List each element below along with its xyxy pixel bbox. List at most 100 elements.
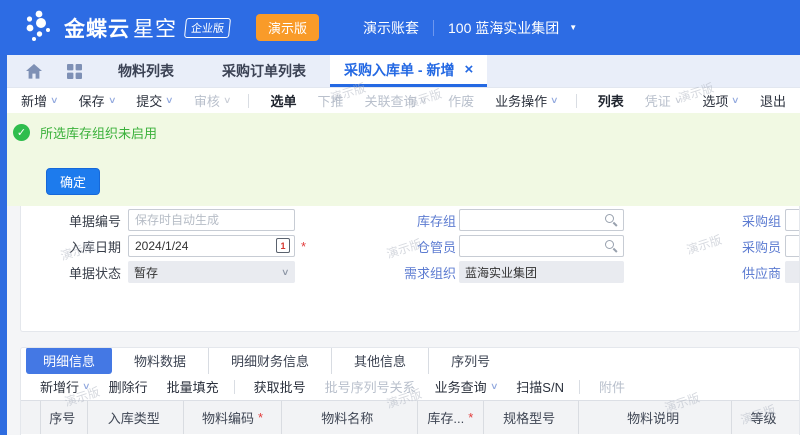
chevron-down-icon[interactable]: ∨: [82, 381, 91, 392]
stock-keeper-input[interactable]: [459, 235, 624, 257]
toolbar-options-button[interactable]: 选项 ∨: [702, 91, 739, 110]
tab-material-list[interactable]: 物料列表: [94, 55, 198, 87]
stock-group-input[interactable]: [459, 209, 624, 231]
grid-col-stock[interactable]: 库存... *: [417, 401, 483, 434]
detail-tab-material-data[interactable]: 物料数据: [112, 347, 208, 374]
chevron-down-icon[interactable]: ∨: [50, 95, 59, 106]
confirm-button[interactable]: 确定: [46, 168, 100, 195]
nav-tabbar: 物料列表 采购订单列表 采购入库单 - 新增 ×: [0, 55, 800, 88]
close-icon[interactable]: ×: [464, 62, 473, 77]
doc-no-input[interactable]: [128, 209, 295, 231]
field-demand-org: 需求组织 蓝海实业集团: [376, 261, 624, 283]
purchaser-label[interactable]: 采购员: [705, 237, 781, 256]
toolbar-push-down-button: 下推: [317, 91, 343, 110]
toolbar-label: 批量填充: [167, 377, 219, 396]
toolbar-label: 批号序列号关系: [325, 377, 416, 396]
purchaser-input[interactable]: [785, 235, 800, 257]
field-stock-group: 库存组: [376, 209, 624, 231]
field-doc-status: 单据状态 暂存 ∨: [31, 261, 306, 283]
field-supplier: 供应商: [705, 261, 800, 283]
toolbar-related-query-button: 关联查询 ∨: [364, 91, 427, 110]
toolbar-label: 保存: [79, 91, 105, 110]
column-label: 库存...: [427, 408, 464, 427]
supplier-label[interactable]: 供应商: [705, 263, 781, 282]
tab-purchase-inbound-new[interactable]: 采购入库单 - 新增 ×: [330, 55, 487, 87]
chevron-down-icon[interactable]: ∨: [731, 95, 740, 106]
purchase-group-label[interactable]: 采购组: [705, 211, 781, 230]
tab-purchase-order-list[interactable]: 采购订单列表: [198, 55, 330, 87]
grid-col-material-code[interactable]: 物料编码*: [183, 401, 280, 434]
org-name: 100 蓝海实业集团: [448, 18, 559, 38]
get-batch-no-button[interactable]: 获取批号: [254, 377, 306, 396]
toolbar-save-button[interactable]: 保存 ∨: [79, 91, 116, 110]
batch-fill-button[interactable]: 批量填充: [167, 377, 219, 396]
toolbar-business-ops-button[interactable]: 业务操作 ∨: [495, 91, 558, 110]
form-column-right: 采购组 采购员 供应商: [705, 209, 800, 287]
detail-tab-serial-no[interactable]: 序列号: [428, 347, 512, 374]
toolbar-submit-button[interactable]: 提交 ∨: [136, 91, 173, 110]
apps-grid-button[interactable]: [54, 55, 94, 87]
org-selector[interactable]: 100 蓝海实业集团 ▼: [448, 18, 577, 38]
chevron-down-icon[interactable]: ∨: [550, 95, 559, 106]
toolbar-label: 凭证: [645, 91, 671, 110]
toolbar-select-order-button[interactable]: 选单: [270, 91, 296, 110]
doc-status-select[interactable]: 暂存 ∨: [128, 261, 295, 283]
stock-keeper-label[interactable]: 仓管员: [376, 237, 456, 256]
column-label: 物料说明: [627, 408, 679, 427]
detail-tab-entry-info[interactable]: 明细信息: [26, 347, 112, 374]
add-row-button[interactable]: 新增行 ∨: [40, 377, 90, 396]
grid-col-inbound-type[interactable]: 入库类型: [87, 401, 183, 434]
chevron-down-icon[interactable]: ∨: [165, 95, 174, 106]
chevron-down-icon[interactable]: ∨: [490, 381, 499, 392]
home-button[interactable]: [14, 55, 54, 87]
search-icon[interactable]: [605, 240, 617, 252]
tab-label: 物料列表: [118, 61, 174, 81]
account-set-label[interactable]: 演示账套: [363, 18, 419, 38]
grid-col-selector[interactable]: [21, 401, 40, 434]
detail-section: 明细信息 物料数据 明细财务信息 其他信息 序列号 新增行 ∨ 删除行 批量填充…: [20, 347, 800, 435]
apps-grid-icon: [67, 64, 82, 79]
toolbar-divider: [234, 380, 235, 394]
toolbar-label: 获取批号: [254, 377, 306, 396]
toolbar-label: 提交: [136, 91, 162, 110]
column-label: 物料编码: [202, 408, 254, 427]
purchase-group-input[interactable]: [785, 209, 800, 231]
grid-col-material-name[interactable]: 物料名称: [281, 401, 417, 434]
toolbar-label: 删除行: [109, 377, 148, 396]
field-purchaser: 采购员: [705, 235, 800, 257]
detail-tab-finance-info[interactable]: 明细财务信息: [208, 347, 331, 374]
in-date-label: 入库日期: [31, 237, 121, 256]
stock-group-label[interactable]: 库存组: [376, 211, 456, 230]
column-label: 等级: [750, 408, 776, 427]
form-column-middle: 库存组 仓管员 需求组织 蓝海实业集团: [376, 209, 624, 287]
demand-org-label[interactable]: 需求组织: [376, 263, 456, 282]
toolbar-exit-button[interactable]: 退出: [760, 91, 786, 110]
in-date-input[interactable]: [128, 235, 295, 257]
search-icon[interactable]: [605, 214, 617, 226]
required-asterisk: *: [468, 410, 473, 425]
column-label: 物料名称: [321, 408, 373, 427]
delete-row-button[interactable]: 删除行: [109, 377, 148, 396]
grid-col-spec-model[interactable]: 规格型号: [483, 401, 578, 434]
toolbar-void-button: 作废: [448, 91, 474, 110]
business-query-button[interactable]: 业务查询 ∨: [435, 377, 498, 396]
home-icon: [26, 64, 42, 79]
toolbar-new-button[interactable]: 新增 ∨: [21, 91, 58, 110]
field-stock-keeper: 仓管员: [376, 235, 624, 257]
demand-org-value: 蓝海实业集团: [459, 261, 624, 283]
chevron-down-icon: ∨: [281, 267, 290, 278]
scan-sn-button[interactable]: 扫描S/N: [516, 377, 564, 396]
detail-toolbar: 新增行 ∨ 删除行 批量填充 获取批号 批号序列号关系 业务查询 ∨ 扫描S/N…: [21, 373, 799, 400]
message-text: 所选库存组织未启用: [40, 123, 157, 142]
calendar-icon[interactable]: 1: [276, 238, 290, 253]
grid-col-material-desc[interactable]: 物料说明: [578, 401, 731, 434]
chevron-down-icon[interactable]: ∨: [108, 95, 117, 106]
detail-tab-other-info[interactable]: 其他信息: [331, 347, 428, 374]
grid-col-grade[interactable]: 等级: [731, 401, 799, 434]
grid-col-seq[interactable]: 序号: [40, 401, 87, 434]
brand-light: 星空: [133, 13, 177, 43]
toolbar-label: 下推: [317, 91, 343, 110]
chevron-down-icon: ∨: [419, 95, 428, 106]
header-divider: [433, 20, 434, 36]
toolbar-list-button[interactable]: 列表: [598, 91, 624, 110]
